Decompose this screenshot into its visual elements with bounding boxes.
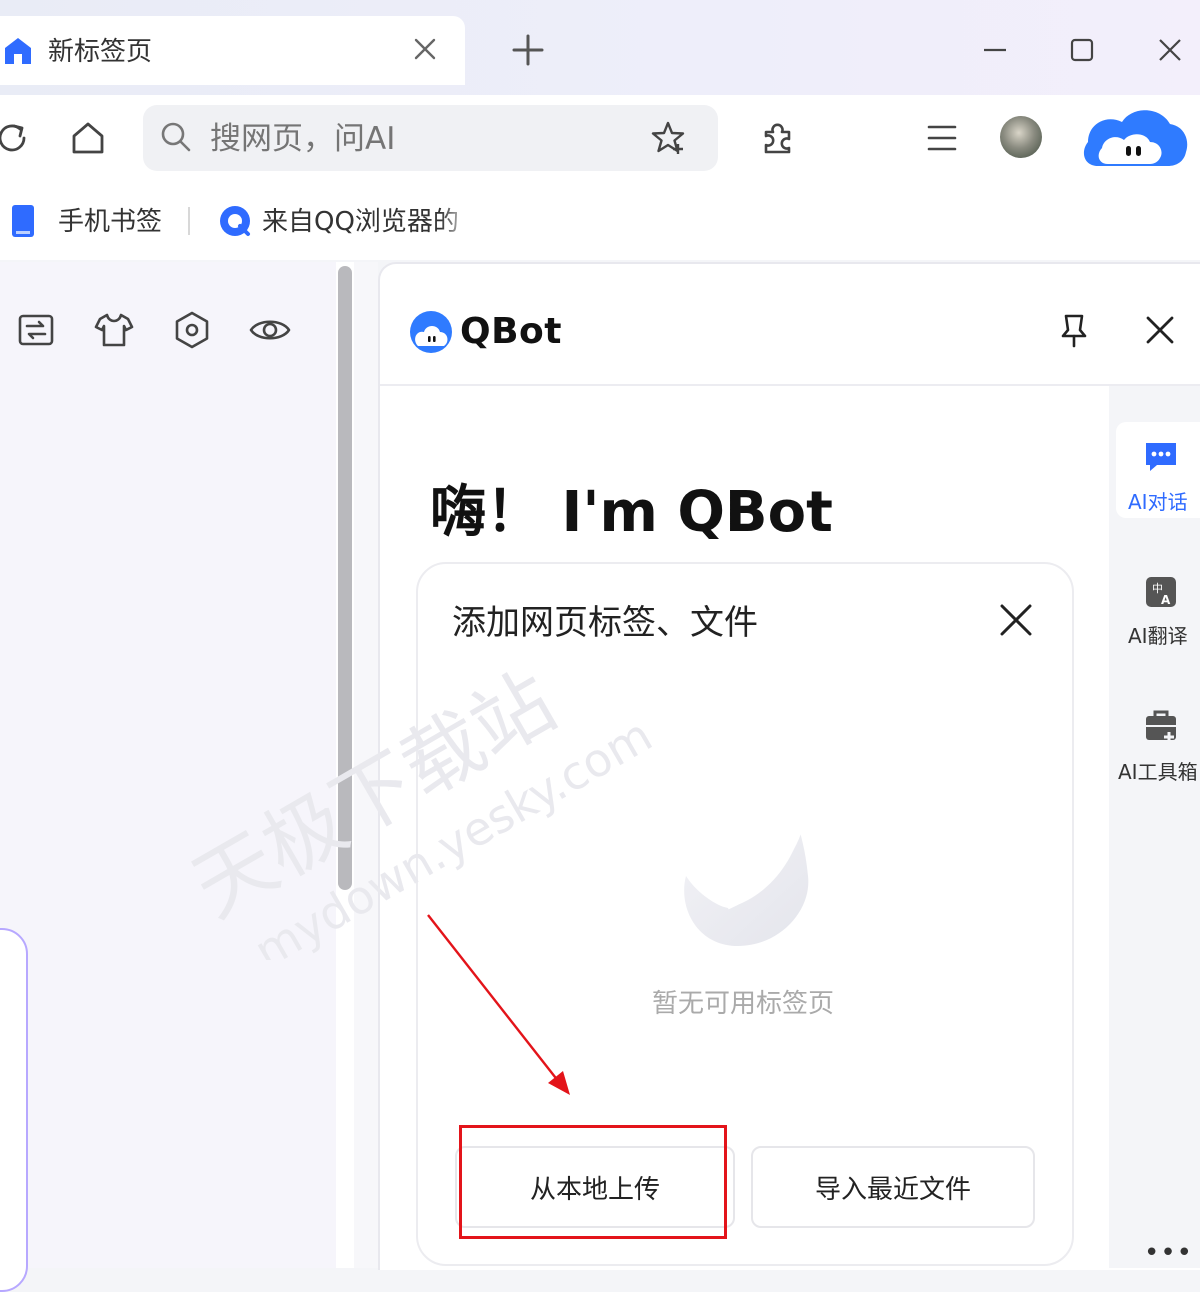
greeting-heading: 嗨！ I'm QBot bbox=[430, 480, 833, 545]
bookmarks-bar bbox=[0, 185, 1200, 260]
new-tab-page bbox=[0, 262, 338, 1268]
tab-title: 新标签页 bbox=[48, 37, 153, 67]
menu-icon[interactable] bbox=[920, 116, 964, 160]
card-title: 添加网页标签、文件 bbox=[452, 603, 758, 643]
pin-icon[interactable] bbox=[1054, 310, 1094, 350]
maximize-icon[interactable] bbox=[1062, 30, 1102, 70]
annotation-arrow bbox=[427, 914, 570, 1095]
svg-text:A: A bbox=[1161, 593, 1171, 607]
search-icon bbox=[161, 122, 191, 152]
bookmark-mobile[interactable]: 手机书签 bbox=[58, 204, 162, 240]
extensions-puzzle-icon[interactable] bbox=[756, 116, 800, 160]
rail-item-ai-translate[interactable]: AI翻译 bbox=[1128, 622, 1188, 650]
view-eye-icon[interactable] bbox=[248, 308, 292, 352]
home-icon[interactable] bbox=[66, 116, 110, 160]
qbot-logo-icon bbox=[410, 311, 452, 353]
pane-divider bbox=[354, 262, 378, 1268]
card-close-icon[interactable] bbox=[994, 598, 1038, 642]
search-input[interactable] bbox=[208, 116, 632, 162]
rail-more-icon[interactable]: ••• bbox=[1144, 1238, 1193, 1268]
chat-icon bbox=[1146, 443, 1176, 471]
bookmark-qq-browser[interactable]: 来自QQ浏览器的 bbox=[262, 204, 472, 240]
skin-shirt-icon[interactable] bbox=[92, 308, 136, 352]
panel-header-divider bbox=[380, 384, 1200, 386]
refresh-icon[interactable] bbox=[0, 116, 34, 160]
home-tab-icon bbox=[5, 38, 31, 64]
annotation-highlight-box bbox=[459, 1125, 727, 1239]
bookmark-separator bbox=[188, 207, 190, 235]
window-close-icon[interactable] bbox=[1150, 30, 1190, 70]
translate-icon: 中 A bbox=[1146, 577, 1176, 607]
new-tab-plus-icon[interactable] bbox=[510, 32, 546, 68]
search-card-edge bbox=[0, 928, 28, 1292]
empty-state-text: 暂无可用标签页 bbox=[652, 989, 835, 1019]
rail-item-ai-toolbox[interactable]: AI工具箱 bbox=[1118, 758, 1198, 786]
phone-bookmark-icon bbox=[12, 205, 34, 237]
settings-hex-icon[interactable] bbox=[170, 308, 214, 352]
tab-close-icon[interactable] bbox=[408, 32, 442, 66]
qq-browser-logo-icon bbox=[220, 206, 250, 236]
empty-feather-icon bbox=[684, 831, 809, 946]
bookmark-star-icon[interactable] bbox=[648, 118, 688, 158]
panel-title: QBot bbox=[460, 311, 562, 352]
qbot-cloud-icon[interactable] bbox=[1080, 104, 1190, 174]
toolbox-icon bbox=[1146, 710, 1176, 742]
rail-item-ai-chat[interactable]: AI对话 bbox=[1128, 488, 1188, 516]
scrollbar-thumb[interactable] bbox=[338, 266, 352, 890]
wallpaper-switch-icon[interactable] bbox=[14, 308, 58, 352]
import-recent-files-button[interactable]: 导入最近文件 bbox=[751, 1146, 1035, 1228]
minimize-icon[interactable] bbox=[975, 30, 1015, 70]
ai-side-rail bbox=[1109, 386, 1200, 1268]
panel-close-icon[interactable] bbox=[1140, 310, 1180, 350]
user-avatar[interactable] bbox=[1000, 116, 1042, 158]
